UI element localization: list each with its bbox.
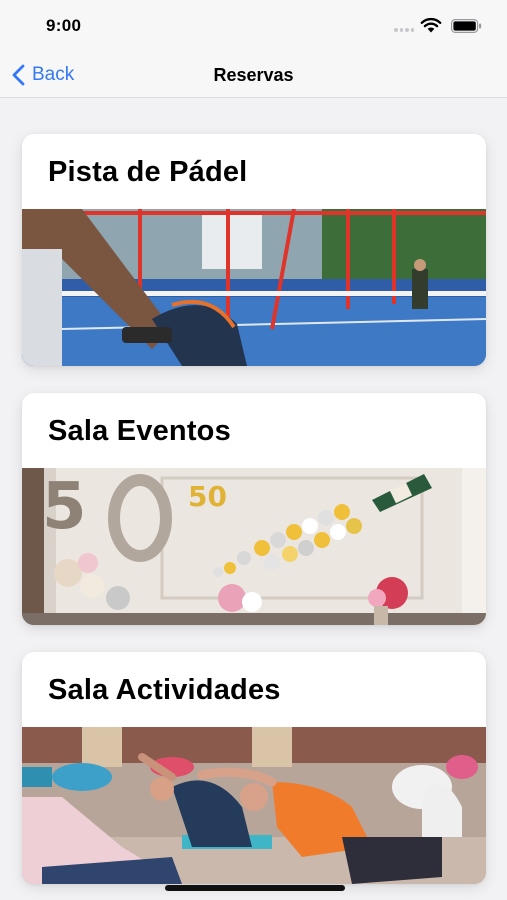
party-room-image: 5 50 [22, 468, 486, 625]
wifi-icon [420, 17, 442, 33]
card-pista-de-padel[interactable]: Pista de Pádel [22, 134, 486, 366]
card-title: Sala Actividades [48, 674, 281, 706]
reservations-list: Pista de Pádel Sala Eventos 5 50 Sala Ac… [0, 98, 507, 900]
svg-text:5: 5 [42, 470, 87, 544]
status-time: 9:00 [46, 16, 82, 35]
card-title: Sala Eventos [48, 415, 231, 447]
svg-text:50: 50 [188, 480, 227, 513]
page-title: Reservas [213, 65, 294, 85]
padel-court-image [22, 209, 486, 366]
card-sala-eventos[interactable]: Sala Eventos 5 50 [22, 393, 486, 625]
status-bar: 9:00 [0, 0, 507, 54]
battery-icon [451, 19, 482, 33]
card-sala-actividades[interactable]: Sala Actividades [22, 652, 486, 884]
cellular-signal-icon [394, 28, 414, 32]
navigation-bar: Back Reservas [0, 54, 507, 98]
yoga-class-image [22, 727, 486, 884]
card-title: Pista de Pádel [48, 156, 248, 188]
home-indicator [165, 885, 345, 891]
